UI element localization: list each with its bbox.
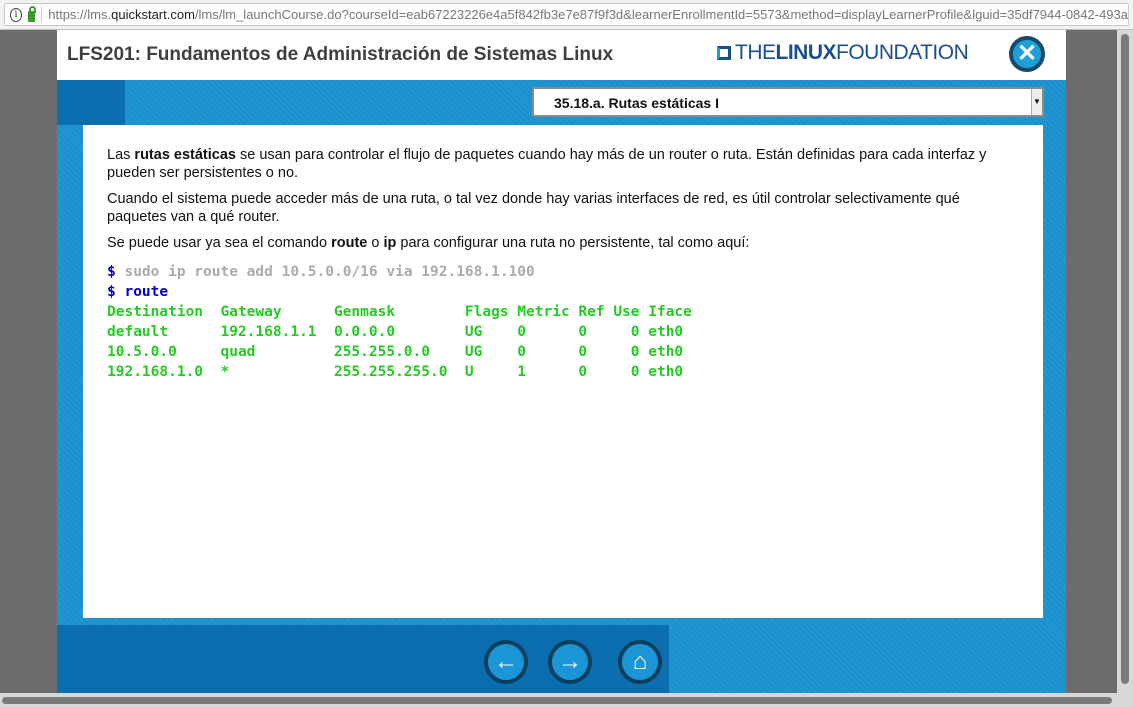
decor-panel	[57, 80, 125, 125]
url-text[interactable]: https://lms.quickstart.com/lms/lm_launch…	[48, 7, 1128, 22]
address-bar[interactable]: i https://lms.quickstart.com/lms/lm_laun…	[0, 0, 1133, 30]
course-title: LFS201: Fundamentos de Administración de…	[67, 44, 614, 65]
horizontal-scrollbar[interactable]	[0, 693, 1133, 707]
section-select[interactable]: 35.18.a. Rutas estáticas I ▼	[532, 87, 1044, 117]
dropdown-arrow-icon[interactable]: ▼	[1031, 89, 1042, 115]
paragraph: Cuando el sistema puede acceder más de u…	[107, 191, 960, 225]
paragraph: Se puede usar ya sea el comando route o …	[107, 235, 750, 251]
home-icon: ⌂	[632, 648, 648, 675]
course-header: LFS201: Fundamentos de Administración de…	[57, 30, 1066, 80]
lock-icon	[27, 5, 37, 22]
divider	[41, 6, 43, 23]
home-button[interactable]: ⌂	[618, 640, 662, 684]
info-icon[interactable]: i	[10, 7, 22, 22]
lesson-content: Las rutas estáticas se usan para control…	[83, 125, 1043, 618]
paragraph: Las rutas estáticas se usan para control…	[107, 147, 987, 181]
back-button[interactable]: ←	[484, 640, 528, 684]
forward-button[interactable]: →	[548, 640, 592, 684]
vertical-scrollbar[interactable]	[1117, 30, 1133, 693]
close-icon: ✕	[1016, 40, 1038, 67]
terminal-block: $ sudo ip route add 10.5.0.0/16 via 192.…	[107, 263, 692, 380]
arrow-left-icon: ←	[494, 648, 518, 675]
course-frame: LFS201: Fundamentos de Administración de…	[57, 30, 1066, 693]
close-button[interactable]: ✕	[1009, 36, 1045, 72]
linux-foundation-logo: THE LINUX FOUNDATION	[717, 41, 969, 65]
arrow-right-icon: →	[558, 648, 582, 675]
